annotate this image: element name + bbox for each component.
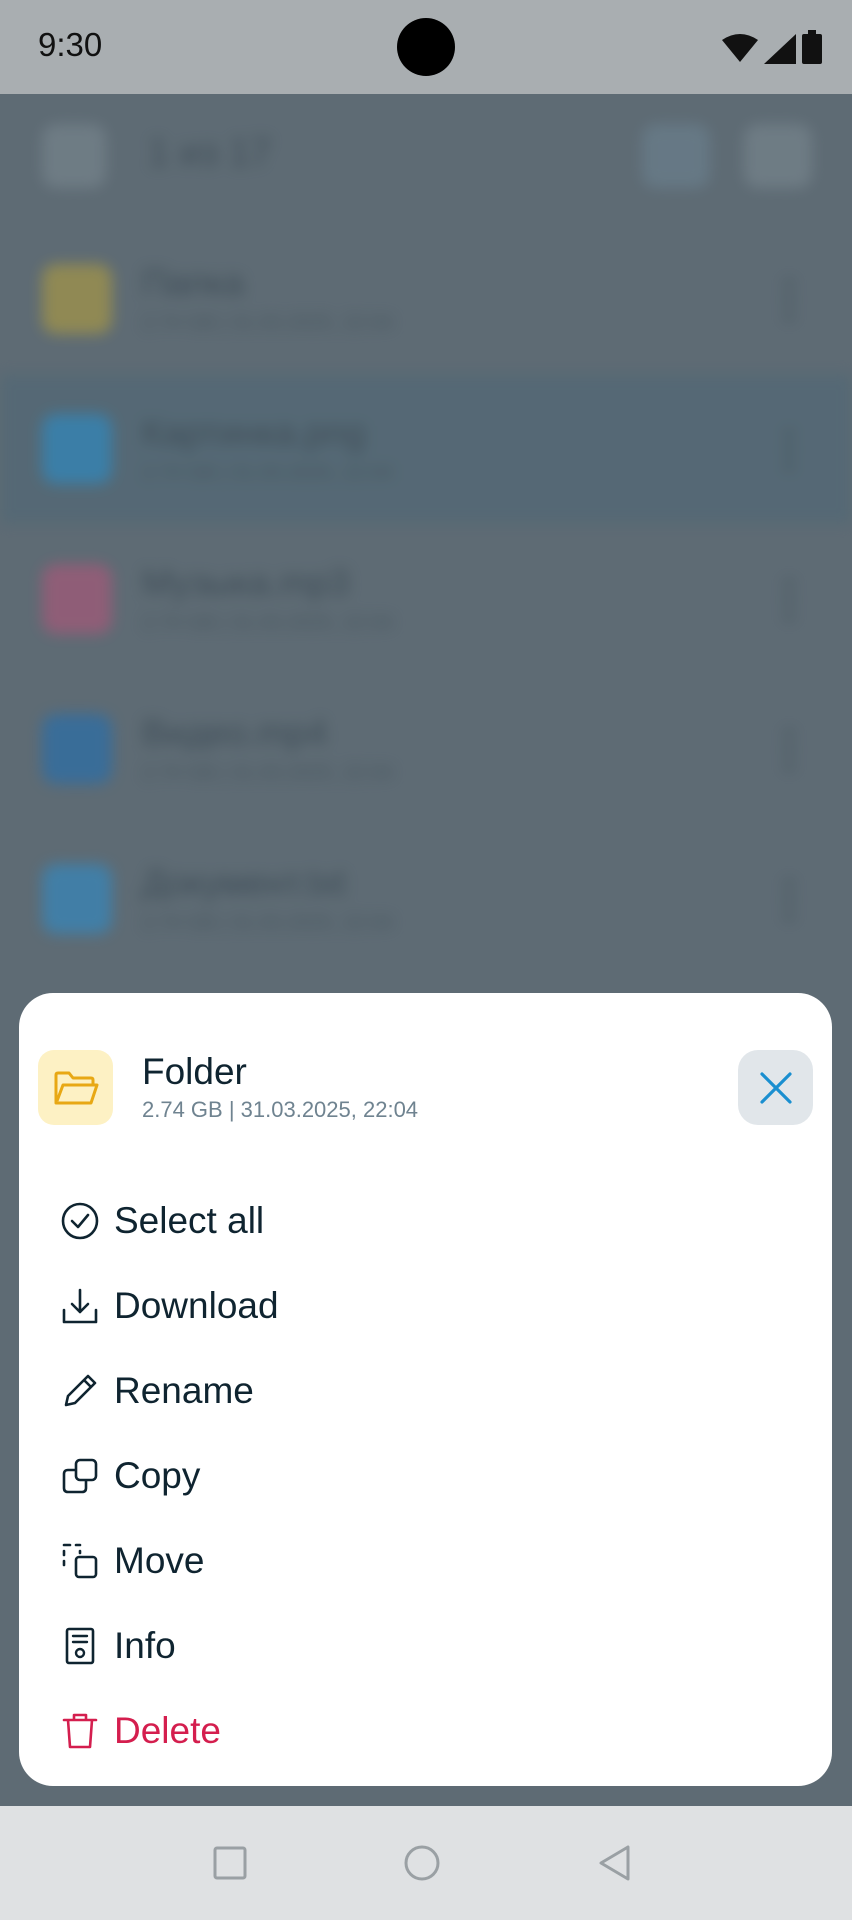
status-icons [722,30,822,64]
file-meta: 2.74 GB | 31.03.2025, 22:04 [142,612,393,634]
list-item: Видео.mp4 2.74 GB | 31.03.2025, 22:04 [0,674,852,824]
kebab-icon [784,276,794,322]
info-document-icon [65,1627,95,1665]
background-toolbar: 1 из 17 [0,94,852,204]
delete-button[interactable]: Delete [19,1688,832,1773]
status-bar: 9:30 [0,0,852,94]
list-item: Папка 2.74 GB | 31.03.2025, 22:04 [0,224,852,374]
download-icon [62,1288,98,1324]
file-meta: 2.74 GB | 31.03.2025, 22:04 [142,762,393,784]
file-icon [42,414,112,484]
menu-item-label: Delete [114,1709,221,1751]
search-button [642,124,710,188]
menu-item-label: Info [114,1624,176,1666]
move-icon [62,1543,98,1579]
close-icon [759,1071,792,1104]
menu-item-label: Select all [114,1199,265,1241]
more-button [744,124,812,188]
select-all-button[interactable]: Select all [19,1178,832,1263]
list-item: Картинка.png 2.74 GB | 31.03.2025, 22:04 [0,374,852,524]
sheet-meta: 2.74 GB | 31.03.2025, 22:04 [142,1097,419,1122]
file-icon [42,714,112,784]
back-triangle-icon[interactable] [594,1842,636,1884]
recents-square-icon[interactable] [209,1842,251,1884]
download-button[interactable]: Download [19,1263,832,1348]
file-name: Видео.mp4 [142,712,328,753]
kebab-icon [784,576,794,622]
info-button[interactable]: Info [19,1603,832,1688]
menu-item-label: Download [114,1284,279,1326]
close-button[interactable] [738,1050,813,1125]
background-title: 1 из 17 [148,132,272,174]
folder-thumbnail [38,1050,113,1125]
file-icon [42,864,112,934]
file-meta: 2.74 GB | 31.03.2025, 22:04 [142,312,393,334]
kebab-icon [784,426,794,472]
file-icon [42,564,112,634]
wifi-icon [722,34,758,62]
check-circle-icon [61,1202,99,1240]
action-menu: Select all Download Rename Copy Move Inf… [19,1178,832,1773]
copy-button[interactable]: Copy [19,1433,832,1518]
folder-open-icon [54,1071,98,1104]
pencil-icon [64,1374,97,1407]
menu-item-label: Move [114,1539,205,1581]
home-circle-icon[interactable] [401,1842,443,1884]
rename-button[interactable]: Rename [19,1348,832,1433]
back-button [42,124,106,188]
list-item: Музыка.mp3 2.74 GB | 31.03.2025, 22:04 [0,524,852,674]
menu-item-label: Copy [114,1454,201,1496]
action-bottom-sheet: Folder 2.74 GB | 31.03.2025, 22:04 Selec… [19,993,832,1786]
signal-icon [764,34,796,64]
status-time: 9:30 [38,26,103,63]
battery-icon [802,30,822,64]
file-meta: 2.74 GB | 31.03.2025, 22:04 [142,462,393,484]
navigation-bar [0,1806,852,1920]
file-icon [42,264,112,334]
menu-item-label: Rename [114,1369,254,1411]
kebab-icon [784,726,794,772]
camera-cutout [397,18,455,76]
move-button[interactable]: Move [19,1518,832,1603]
kebab-icon [784,876,794,922]
sheet-title: Folder [142,1051,247,1092]
copy-icon [62,1458,98,1494]
file-name: Картинка.png [142,412,366,453]
trash-icon [62,1713,98,1749]
file-name: Документ.txt [142,862,346,903]
file-name: Папка [142,262,244,303]
list-item: Документ.txt 2.74 GB | 31.03.2025, 22:04 [0,824,852,974]
file-name: Музыка.mp3 [142,562,350,603]
file-meta: 2.74 GB | 31.03.2025, 22:04 [142,912,393,934]
